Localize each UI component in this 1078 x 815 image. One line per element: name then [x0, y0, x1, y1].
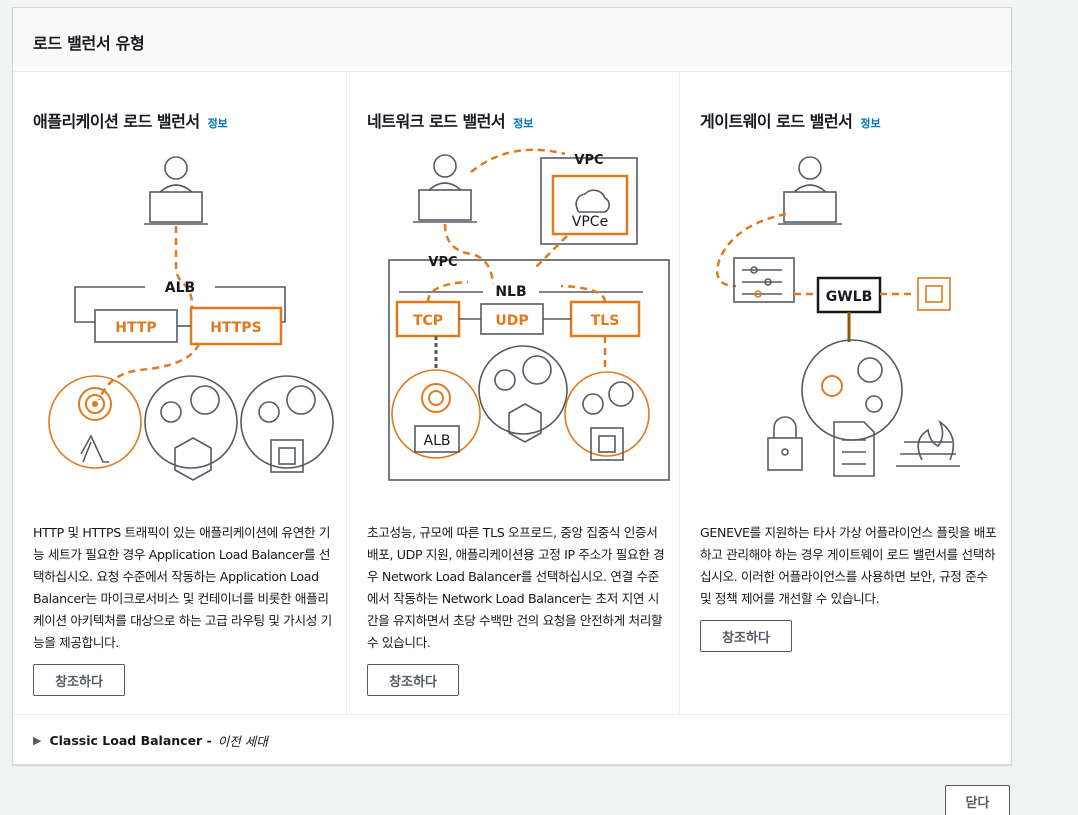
targets-icon: [801, 339, 903, 441]
info-link[interactable]: 정보: [860, 115, 880, 131]
create-alb-button[interactable]: 창조하다: [33, 664, 125, 696]
gwlb-diagram: GWLB: [716, 156, 960, 477]
load-balancer-types-panel: 로드 밸런서 유형 애플리케이션 로드 밸런서 정보 ALB HTTP HTTP…: [12, 7, 1012, 765]
instance-target-icon: [240, 375, 334, 473]
card-gateway-load-balancer: 게이트웨이 로드 밸런서 정보 GWLB GENEVE를 지원하는 타사 가상 …: [679, 72, 1012, 715]
close-button[interactable]: 닫다: [945, 785, 1010, 815]
checklist-icon: [833, 421, 875, 477]
load-balancer-cards: 애플리케이션 로드 밸런서 정보 ALB HTTP HTTPS HTTP 및 H…: [13, 72, 1011, 715]
info-link[interactable]: 정보: [208, 115, 228, 131]
classic-load-balancer-expander[interactable]: ▶ Classic Load Balancer - 이전 세대: [13, 716, 1011, 764]
card-description: GENEVE를 지원하는 타사 가상 어플라이언스 플릿을 배포하고 관리해야 …: [700, 525, 997, 606]
panel-title: 로드 밸런서 유형: [33, 34, 145, 53]
card-title: 게이트웨이 로드 밸런서: [700, 112, 853, 131]
svg-text:HTTPS: HTTPS: [210, 320, 261, 336]
classic-sublabel: 이전 세대: [217, 733, 268, 749]
alb-label: ALB: [165, 280, 195, 296]
user-laptop-icon: [778, 156, 842, 225]
classic-label: Classic Load Balancer -: [49, 732, 212, 748]
card-network-load-balancer: 네트워크 로드 밸런서 정보 VPC VPCe VPC NLB TCP UDP …: [346, 72, 679, 715]
user-laptop-icon: [144, 156, 208, 225]
card-application-load-balancer: 애플리케이션 로드 밸런서 정보 ALB HTTP HTTPS HTTP 및 H…: [13, 72, 346, 715]
svg-text:TLS: TLS: [591, 313, 620, 329]
svg-text:VPCe: VPCe: [572, 214, 608, 230]
alb-target-icon: ALB: [391, 369, 481, 459]
card-description: HTTP 및 HTTPS 트래픽이 있는 애플리케이션에 유연한 기능 세트가 …: [33, 525, 332, 650]
svg-text:GWLB: GWLB: [826, 289, 873, 305]
lambda-target-icon: [48, 375, 142, 469]
caret-right-icon: ▶: [33, 733, 42, 747]
card-title: 네트워크 로드 밸런서: [367, 112, 506, 131]
svg-text:UDP: UDP: [495, 313, 528, 329]
alb-diagram: ALB HTTP HTTPS: [48, 156, 334, 481]
container-target-icon: [478, 345, 568, 443]
instance-appliance-icon: [917, 277, 951, 311]
info-link[interactable]: 정보: [513, 115, 533, 131]
svg-text:VPC: VPC: [428, 255, 457, 270]
nlb-diagram: VPC VPCe VPC NLB TCP UDP TLS ALB: [388, 148, 670, 481]
card-description: 초고성능, 규모에 따른 TLS 오프로드, 중앙 집중식 인증서 배포, UD…: [367, 525, 665, 650]
appliance-icon: [733, 257, 795, 303]
svg-text:ALB: ALB: [424, 433, 451, 449]
create-nlb-button[interactable]: 창조하다: [367, 664, 459, 696]
card-title: 애플리케이션 로드 밸런서: [33, 112, 200, 131]
panel-header: 로드 밸런서 유형: [13, 8, 1011, 72]
lock-icon: [767, 416, 803, 471]
svg-text:HTTP: HTTP: [115, 320, 156, 336]
container-target-icon: [144, 375, 238, 481]
svg-text:VPC: VPC: [574, 153, 603, 168]
create-gwlb-button[interactable]: 창조하다: [700, 620, 792, 652]
user-laptop-icon: [413, 154, 477, 223]
svg-text:TCP: TCP: [413, 313, 443, 329]
firewall-icon: [896, 419, 960, 467]
instance-target-icon: [564, 371, 650, 461]
svg-text:NLB: NLB: [495, 284, 526, 300]
